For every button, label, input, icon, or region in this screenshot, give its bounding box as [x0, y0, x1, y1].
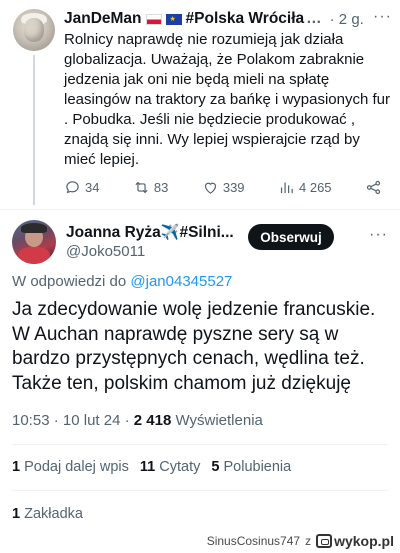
parent-header: JanDeMan #Polska Wróciła … · 2 g.	[64, 8, 394, 30]
tweet-time[interactable]: 10:53	[12, 412, 50, 429]
wykop-watermark: SinusCosinus747 z wykop.pl	[207, 533, 394, 549]
thread-line	[33, 55, 35, 205]
main-display-name[interactable]: Joanna Ryża✈️#Silni...	[66, 223, 234, 242]
reply-to-prefix: W odpowiedzi do	[12, 273, 127, 290]
divider	[0, 209, 400, 210]
watermark-z: z	[305, 534, 312, 548]
parent-avatar[interactable]	[13, 9, 55, 51]
parent-display-name[interactable]: JanDeMan	[64, 10, 142, 28]
reply-count: 34	[85, 180, 100, 195]
reply-to-handle[interactable]: @jan04345527	[130, 273, 232, 290]
divider	[12, 444, 388, 445]
share-icon	[366, 180, 381, 195]
main-avatar[interactable]	[12, 220, 56, 264]
analytics-icon	[280, 182, 293, 194]
main-handle[interactable]: @Joko5011	[66, 243, 145, 260]
like-button[interactable]: 339	[202, 179, 245, 196]
share-button[interactable]	[365, 179, 382, 196]
reply-to-line: W odpowiedzi do @jan04345527	[12, 273, 232, 290]
main-more-options-icon[interactable]: ···	[369, 226, 388, 244]
parent-tweet[interactable]: JanDeMan #Polska Wróciła … · 2 g. ··· Ro…	[0, 0, 400, 210]
parent-timestamp[interactable]: · 2 g.	[330, 11, 364, 28]
tweet-meta: 10:53 · 10 lut 24 · 2 418 Wyświetlenia	[12, 412, 263, 429]
wykop-logo-icon	[316, 534, 333, 548]
reply-icon	[66, 181, 79, 194]
tweet-views-count: 2 418	[133, 412, 172, 429]
tweet-date[interactable]: · 10 lut 24 ·	[54, 412, 130, 429]
tweet-views-label: Wyświetlenia	[175, 412, 263, 429]
parent-actions: 34 83 339 4 265	[64, 179, 382, 196]
views-count: 4 265	[299, 180, 332, 195]
main-display-name-text: Joanna Ryża	[66, 224, 161, 241]
quotes-stat[interactable]: 11 Cytaty	[140, 459, 200, 475]
reposts-stat[interactable]: 1 Podaj dalej wpis	[12, 459, 129, 475]
airplane-icon: ✈️	[160, 224, 180, 241]
repost-button[interactable]: 83	[133, 179, 168, 196]
engagement-stats: 1 Podaj dalej wpis 11 Cytaty 5 Polubieni…	[12, 459, 291, 475]
likes-stat[interactable]: 5 Polubienia	[211, 459, 291, 475]
repost-count: 83	[153, 180, 169, 195]
repost-icon	[135, 181, 148, 194]
watermark-user: SinusCosinus747	[206, 534, 301, 548]
name-truncation: …	[306, 10, 322, 27]
parent-tweet-text: Rolnicy naprawdę nie rozumieją jak dział…	[64, 31, 391, 168]
more-options-icon[interactable]: ···	[373, 8, 392, 26]
eu-flag-icon	[165, 13, 182, 25]
main-display-name-suffix: #Silni...	[179, 224, 234, 241]
main-tweet-text: Ja zdecydowanie wolę jedzenie francuskie…	[12, 299, 376, 394]
like-count: 339	[222, 180, 245, 195]
reply-button[interactable]: 34	[64, 179, 99, 196]
divider	[12, 490, 388, 491]
poland-flag-icon	[145, 13, 162, 25]
parent-display-name-suffix[interactable]: #Polska Wróciła	[186, 10, 305, 28]
heart-icon	[204, 182, 216, 194]
follow-button[interactable]: Obserwuj	[248, 224, 334, 250]
wykop-logo: wykop.pl	[316, 533, 394, 549]
views-button[interactable]: 4 265	[278, 179, 332, 196]
bookmarks-stat[interactable]: 1 Zakładka	[12, 506, 83, 522]
